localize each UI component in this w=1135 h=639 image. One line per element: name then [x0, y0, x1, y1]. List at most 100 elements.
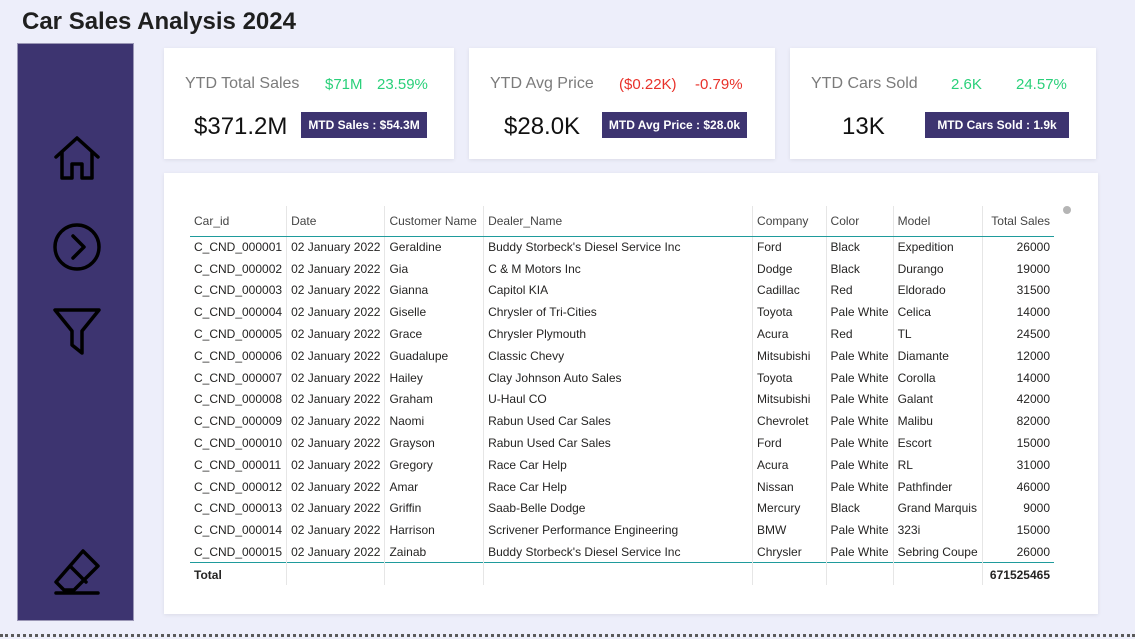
table-cell: C_CND_000014: [190, 519, 288, 542]
table-cell: Acura: [752, 323, 827, 345]
table-cell: C_CND_000003: [190, 279, 288, 302]
filter-icon[interactable]: [52, 305, 102, 355]
table-cell: Durango: [893, 257, 983, 280]
table-cell: [384, 562, 485, 585]
table-cell: [286, 562, 386, 585]
table-row[interactable]: C_CND_000014 02 January 2022 Harrison Scriv…: [190, 519, 1054, 542]
table-cell: Zainab: [384, 541, 485, 563]
sales-table: Car_id Date Customer Name Dealer_Name Compan…: [190, 206, 1054, 585]
table-cell: C_CND_000005: [190, 323, 288, 345]
home-icon[interactable]: [52, 133, 102, 183]
table-cell: Escort: [893, 432, 983, 454]
kpi-value: $371.2M: [194, 113, 288, 140]
chevron-right-circle-icon[interactable]: [52, 222, 102, 272]
kpi-delta-value: $71M: [325, 76, 363, 93]
table-cell: 26000: [1016, 240, 1050, 255]
table-cell: Pale White: [826, 432, 894, 454]
table-cell: Gia: [384, 257, 485, 280]
table-cell: Buddy Storbeck's Diesel Service Inc: [483, 541, 754, 563]
table-cell: 42000: [1016, 392, 1050, 407]
table-cell: 82000: [1016, 414, 1050, 429]
column-header-dealer-name[interactable]: Dealer_Name: [483, 206, 754, 237]
table-cell: Grayson: [384, 432, 485, 454]
table-header-row: Car_id Date Customer Name Dealer_Name Compan…: [190, 206, 1054, 237]
eraser-icon[interactable]: [52, 547, 102, 597]
table-row[interactable]: C_CND_000007 02 January 2022 Hailey Clay Jo…: [190, 366, 1054, 389]
column-header-date[interactable]: Date: [286, 206, 386, 237]
table-cell: Corolla: [893, 366, 983, 389]
page-title: Car Sales Analysis 2024: [22, 8, 296, 35]
table-cell: [893, 562, 983, 585]
table-cell: U-Haul CO: [483, 388, 754, 411]
table-cell: Pale White: [826, 388, 894, 411]
table-cell: 26000: [1016, 544, 1050, 559]
table-cell: Rabun Used Car Sales: [483, 410, 754, 433]
table-cell: C_CND_000008: [190, 388, 288, 411]
kpi-label: YTD Avg Price: [490, 75, 594, 92]
table-row[interactable]: C_CND_000011 02 January 2022 Gregory Race C…: [190, 453, 1054, 476]
table-cell: Rabun Used Car Sales: [483, 432, 754, 454]
table-cell: Guadalupe: [384, 344, 485, 367]
kpi-delta-value: 2.6K: [951, 76, 982, 93]
table-cell: 24500: [1016, 327, 1050, 342]
table-cell: Pale White: [826, 475, 894, 498]
table-row[interactable]: C_CND_000006 02 January 2022 Guadalupe Clas…: [190, 344, 1054, 367]
table-cell: Gianna: [384, 279, 485, 302]
kpi-label: YTD Cars Sold: [811, 75, 918, 92]
kpi-card-avg-price: YTD Avg Price ($0.22K) -0.79% $28.0K MTD…: [469, 48, 775, 159]
table-cell: Saab-Belle Dodge: [483, 497, 754, 520]
table-row[interactable]: C_CND_000013 02 January 2022 Griffin Saab-B…: [190, 497, 1054, 520]
table-row[interactable]: C_CND_000008 02 January 2022 Graham U-Haul …: [190, 388, 1054, 411]
table-cell: C_CND_000006: [190, 344, 288, 367]
table-cell: Diamante: [893, 344, 983, 367]
table-cell: Race Car Help: [483, 453, 754, 476]
table-cell: Hailey: [384, 366, 485, 389]
column-header-total-sales[interactable]: Total Sales: [982, 206, 1054, 237]
table-cell: [826, 562, 894, 585]
table-row[interactable]: C_CND_000004 02 January 2022 Giselle Chrysl…: [190, 301, 1054, 324]
table-cell: Pale White: [826, 453, 894, 476]
table-cell: Ford: [752, 432, 827, 454]
scrollbar-handle[interactable]: [1063, 206, 1071, 214]
table-cell: Scrivener Performance Engineering: [483, 519, 754, 542]
kpi-value: $28.0K: [504, 113, 581, 140]
kpi-mtd-badge: MTD Sales : $54.3M: [301, 112, 427, 138]
table-row[interactable]: C_CND_000002 02 January 2022 Gia C & M Moto…: [190, 257, 1054, 280]
column-header-model[interactable]: Model: [893, 206, 983, 237]
column-header-car-id[interactable]: Car_id: [190, 206, 288, 237]
table-cell: C_CND_000002: [190, 257, 288, 280]
kpi-card-total-sales: YTD Total Sales $71M 23.59% $371.2M MTD …: [164, 48, 454, 159]
column-header-color[interactable]: Color: [826, 206, 894, 237]
kpi-value: 13K: [842, 113, 885, 140]
table-cell: Black: [826, 236, 894, 258]
column-header-customer-name[interactable]: Customer Name: [384, 206, 485, 237]
table-cell: [752, 562, 827, 585]
table-cell: C & M Motors Inc: [483, 257, 754, 280]
table-row[interactable]: C_CND_000009 02 January 2022 Naomi Rabun Us…: [190, 410, 1054, 433]
table-cell: C_CND_000013: [190, 497, 288, 520]
table-row[interactable]: C_CND_000005 02 January 2022 Grace Chrysler…: [190, 323, 1054, 345]
table-cell: Dodge: [752, 257, 827, 280]
table-cell: 02 January 2022: [286, 410, 386, 433]
table-cell: 02 January 2022: [286, 236, 386, 258]
table-row[interactable]: C_CND_000003 02 January 2022 Gianna Capitol…: [190, 279, 1054, 302]
table-cell: Black: [826, 257, 894, 280]
table-cell: 02 January 2022: [286, 257, 386, 280]
table-cell: 02 January 2022: [286, 475, 386, 498]
table-cell: Cadillac: [752, 279, 827, 302]
table-cell: 02 January 2022: [286, 519, 386, 542]
table-cell: Pale White: [826, 410, 894, 433]
table-row[interactable]: C_CND_000012 02 January 2022 Amar Race Car …: [190, 475, 1054, 498]
table-cell: 15000: [1016, 523, 1050, 538]
table-row[interactable]: C_CND_000010 02 January 2022 Grayson Rabun …: [190, 432, 1054, 454]
kpi-delta-percent: 24.57%: [1016, 76, 1067, 93]
table-row[interactable]: C_CND_000015 02 January 2022 Zainab Buddy S…: [190, 541, 1054, 563]
table-cell: Celica: [893, 301, 983, 324]
table-cell: Graham: [384, 388, 485, 411]
table-cell: Red: [826, 323, 894, 345]
table-cell: 02 January 2022: [286, 323, 386, 345]
table-cell: 02 January 2022: [286, 497, 386, 520]
column-header-company[interactable]: Company: [752, 206, 827, 237]
kpi-label: YTD Total Sales: [185, 75, 300, 92]
table-row[interactable]: C_CND_000001 02 January 2022 Geraldine Budd…: [190, 236, 1054, 258]
